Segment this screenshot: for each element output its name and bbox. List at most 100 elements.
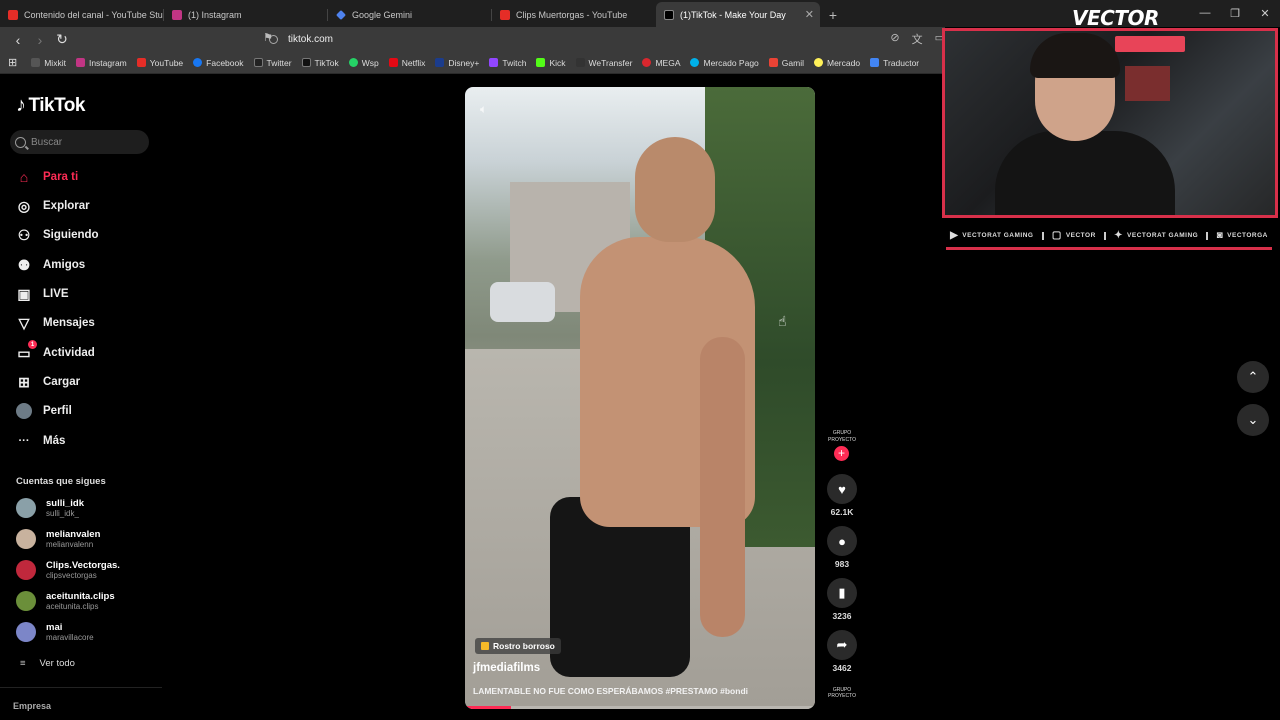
bookmark-youtube[interactable]: YouTube	[136, 58, 183, 68]
save-button[interactable]: ▮ 3236	[827, 578, 857, 621]
url-field[interactable]: tiktok.com	[269, 34, 333, 45]
friends-icon: ⚉	[17, 256, 31, 273]
nav-para-ti[interactable]: ⌂ Para ti	[16, 169, 78, 185]
bookmark-label: MEGA	[655, 57, 681, 68]
share-button[interactable]: ➦ 3462	[827, 630, 857, 673]
bookmarks-bar: ⊞ Mixkit Instagram YouTube Facebook Twit…	[0, 52, 945, 74]
previous-video-button[interactable]: ⌃	[1237, 361, 1269, 393]
bookmark-kick[interactable]: Kick	[536, 57, 566, 68]
nav-live[interactable]: ▣ LIVE	[16, 285, 68, 302]
social-twitter: ✦ VECTORAT GAMING	[1114, 230, 1198, 241]
eye-off-icon[interactable]: ⊘	[890, 31, 899, 47]
nav-label: Más	[43, 435, 66, 447]
nav-explorar[interactable]: ◎ Explorar	[16, 198, 90, 214]
live-icon: ▣	[17, 285, 31, 302]
nav-actividad[interactable]: ▭ 1 Actividad	[16, 340, 95, 361]
comment-button[interactable]: ● 983	[827, 526, 857, 569]
nav-label: Siguiendo	[43, 229, 99, 241]
next-video-button[interactable]: ⌄	[1237, 404, 1269, 436]
following-account[interactable]: mai maravillacore	[16, 622, 94, 642]
bookmark-icon[interactable]: ⚑	[263, 31, 273, 44]
bookmark-tiktok[interactable]: TikTok	[301, 58, 339, 68]
bookmark-mercado-pago[interactable]: Mercado Pago	[690, 58, 759, 68]
bookmark-label: Mercado	[826, 57, 861, 68]
bookmark-twitch[interactable]: Twitch	[489, 58, 526, 68]
like-count: 62.1K	[830, 507, 854, 517]
sidebar-footer: Empresa	[0, 687, 162, 711]
video-scene-car	[490, 282, 555, 322]
translate-icon	[870, 58, 880, 67]
youtube-studio-favicon-icon	[8, 9, 18, 20]
mercado-libre-icon	[813, 58, 823, 67]
nav-perfil[interactable]: Perfil	[16, 403, 72, 419]
video-progress-bar[interactable]	[465, 706, 815, 709]
notification-badge: 1	[28, 340, 37, 349]
nav-amigos[interactable]: ⚉ Amigos	[16, 257, 85, 273]
see-all-label: Ver todo	[39, 658, 75, 669]
nav-mas[interactable]: ··· Más	[16, 433, 66, 449]
following-account[interactable]: aceitunita.clips aceitunita.clips	[16, 591, 115, 611]
volume-icon[interactable]: 🔈︎	[480, 102, 487, 117]
nav-siguiendo[interactable]: ⚇ Siguiendo	[16, 227, 99, 243]
nav-label: Cargar	[43, 376, 81, 388]
bookmark-label: Facebook	[206, 57, 244, 68]
music-disc[interactable]: GRUPO PROYECTO	[827, 687, 857, 699]
translate-icon[interactable]: 文	[912, 31, 923, 47]
back-icon[interactable]: ‹	[8, 30, 28, 50]
reload-icon[interactable]: ↻	[52, 30, 72, 50]
bookmark-wsp[interactable]: Wsp	[348, 58, 379, 68]
compass-icon: ◎	[17, 197, 31, 214]
bookmark-gamil[interactable]: Gamil	[768, 58, 804, 68]
account-handle: maravillacore	[46, 633, 94, 642]
like-button[interactable]: ♥ 62.1K	[827, 474, 857, 517]
x-twitter-icon	[253, 58, 263, 67]
tiktok-sidebar: ♪TikTok ⌂ Para ti ◎ Explorar ⚇ Siguiendo ⚉ A…	[0, 74, 162, 720]
apps-grid-icon[interactable]: ⊞	[8, 56, 17, 69]
webcam-overlay	[942, 28, 1278, 218]
divider	[1041, 231, 1044, 240]
bookmark-mercado[interactable]: Mercado	[813, 57, 861, 68]
tab-tiktok[interactable]: (1)TikTok - Make Your Day ✕	[656, 2, 820, 27]
activity-icon: ▭ 1	[16, 340, 37, 361]
follow-button[interactable]: +	[834, 446, 849, 461]
close-window-icon[interactable]: ✕	[1250, 0, 1280, 26]
footer-empresa-link[interactable]: Empresa	[13, 701, 162, 711]
nav-mensajes[interactable]: ▽ Mensajes	[16, 315, 95, 331]
tab-clips-muertorgas[interactable]: Clips Muertorgas - YouTube	[492, 2, 656, 27]
bookmark-mixkit[interactable]: Mixkit	[31, 58, 66, 68]
bookmark-traductor[interactable]: Traductor	[870, 58, 919, 68]
tab-gemini[interactable]: Google Gemini	[328, 2, 492, 27]
search-input[interactable]	[31, 136, 141, 148]
divider	[1103, 231, 1106, 240]
video-author[interactable]: jfmediafilms	[473, 662, 540, 674]
bookmark-disney[interactable]: Disney+	[435, 58, 479, 68]
bookmark-twitter[interactable]: Twitter	[253, 58, 292, 68]
close-tab-icon[interactable]: ✕	[805, 8, 814, 21]
mega-icon	[642, 58, 652, 67]
bookmark-facebook[interactable]: Facebook	[193, 57, 244, 68]
bookmark-mega[interactable]: MEGA	[642, 58, 680, 68]
bookmark-instagram[interactable]: Instagram	[75, 58, 127, 68]
following-account[interactable]: melianvalen melianvalenn	[16, 529, 100, 549]
tab-instagram[interactable]: (1) Instagram	[164, 2, 328, 27]
bookmark-wetransfer[interactable]: WeTransfer	[575, 58, 632, 68]
nav-cargar[interactable]: ⊞ Cargar	[16, 374, 80, 390]
following-account[interactable]: Clips.Vectorgas. clipsvectorgas	[16, 560, 120, 580]
forward-icon[interactable]: ›	[30, 30, 50, 50]
minimize-icon[interactable]: —	[1190, 0, 1220, 26]
see-all-link[interactable]: ≡ Ver todo	[20, 658, 75, 669]
facebook-icon	[193, 58, 203, 67]
restore-icon[interactable]: ❐	[1220, 0, 1250, 26]
social-label: VECTORGA	[1227, 232, 1268, 239]
new-tab-button[interactable]: +	[820, 2, 846, 27]
bookmark-netflix[interactable]: Netflix	[388, 57, 426, 68]
author-avatar[interactable]: GRUPO PROYECTO	[827, 430, 857, 444]
tab-youtube-studio[interactable]: Contenido del canal - YouTube Studio	[0, 2, 164, 27]
following-account[interactable]: sulli_idk sulli_idk_	[16, 498, 84, 518]
bookmark-label: Netflix	[401, 57, 426, 68]
heart-icon: ♥	[827, 474, 857, 504]
bookmark-label: Kick	[549, 57, 566, 68]
tiktok-logo[interactable]: ♪ TikTok	[16, 94, 85, 117]
search-icon[interactable]	[15, 136, 26, 148]
video-player[interactable]: 🔈︎ Rostro borroso jfmediafilms LAMENTABL…	[465, 87, 815, 709]
